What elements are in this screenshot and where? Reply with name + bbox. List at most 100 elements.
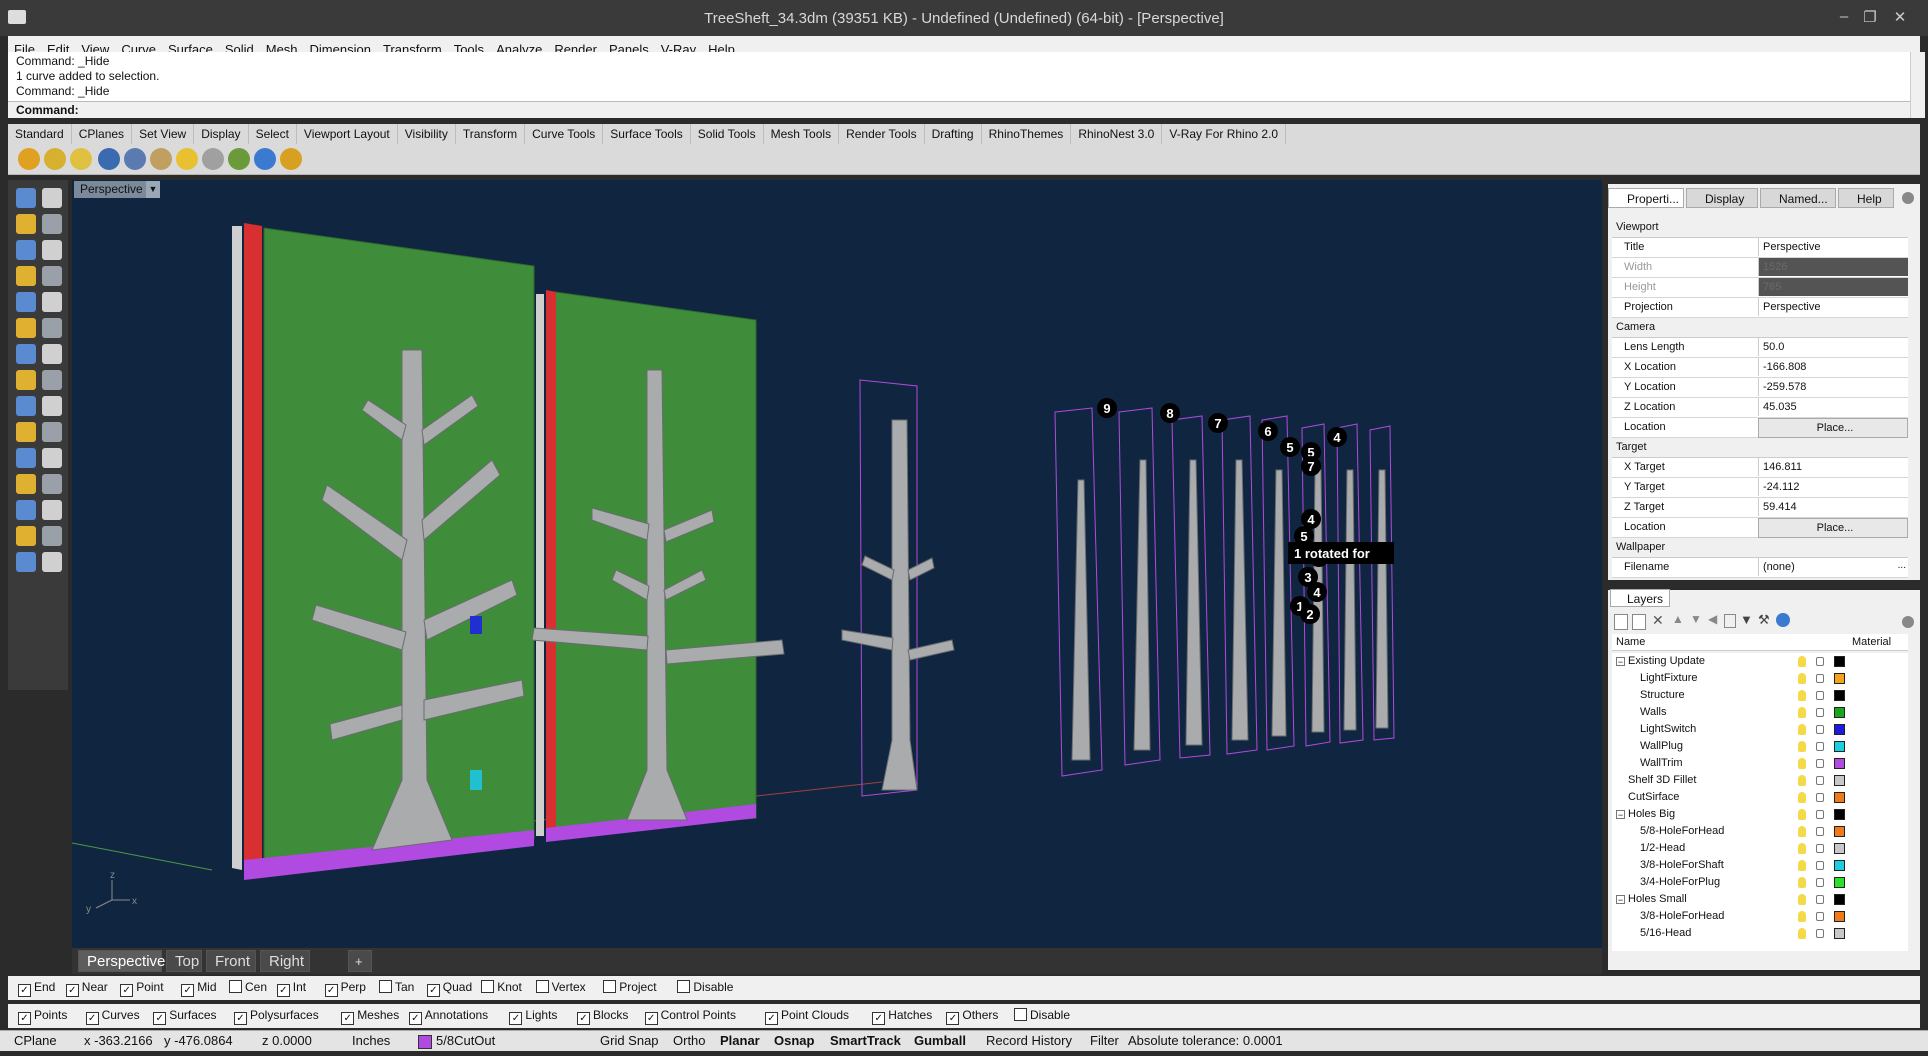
- visibility-bulb-icon[interactable]: [1798, 775, 1806, 786]
- visibility-bulb-icon[interactable]: [1798, 843, 1806, 854]
- checkbox[interactable]: ✓: [153, 1012, 167, 1025]
- lock-icon[interactable]: [1816, 827, 1824, 836]
- column-name[interactable]: Name: [1616, 636, 1645, 648]
- osnap-point[interactable]: ✓ Point: [120, 980, 164, 997]
- toolbar-tab-drafting[interactable]: Drafting: [925, 124, 982, 144]
- lock-icon[interactable]: [1816, 674, 1824, 683]
- analysis-icon[interactable]: [16, 526, 36, 546]
- filter-points[interactable]: ✓ Points: [18, 1008, 67, 1025]
- y-target-field[interactable]: -24.112: [1758, 478, 1908, 496]
- cplane-label[interactable]: CPlane: [14, 1033, 57, 1048]
- column-material[interactable]: Material: [1852, 636, 1891, 648]
- checkbox[interactable]: [535, 980, 549, 993]
- vray-frame-buffer-icon[interactable]: [70, 148, 92, 170]
- layer-color-swatch[interactable]: [1834, 894, 1845, 905]
- visibility-bulb-icon[interactable]: [1798, 911, 1806, 922]
- layer-name[interactable]: Existing Update: [1628, 653, 1705, 670]
- lock-icon[interactable]: [1816, 878, 1824, 887]
- vray-options-icon[interactable]: [44, 148, 66, 170]
- smarttrack-toggle[interactable]: SmartTrack: [830, 1033, 901, 1048]
- perspective-viewport[interactable]: 987654574543412 1 rotated for z x y: [72, 180, 1602, 948]
- tab-named-views[interactable]: Named...: [1760, 188, 1836, 208]
- toolbar-tab-mesh-tools[interactable]: Mesh Tools: [764, 124, 840, 144]
- boolean-icon[interactable]: [16, 396, 36, 416]
- osnap-knot[interactable]: Knot: [481, 980, 522, 994]
- layer-row[interactable]: 5/16-Head: [1612, 925, 1908, 942]
- help-icon[interactable]: [1776, 613, 1790, 627]
- layer-color-swatch[interactable]: [1834, 758, 1845, 769]
- extrude-icon[interactable]: [42, 318, 62, 338]
- layer-name[interactable]: 1/2-Head: [1640, 840, 1685, 857]
- expand-toggle[interactable]: −: [1616, 810, 1625, 820]
- expand-toggle[interactable]: −: [1616, 657, 1625, 667]
- lock-icon[interactable]: [1816, 759, 1824, 768]
- layer-row[interactable]: WallPlug: [1612, 738, 1908, 755]
- visibility-bulb-icon[interactable]: [1798, 724, 1806, 735]
- camera-place-button[interactable]: Place...: [1758, 418, 1908, 438]
- toolbar-tab-cplanes[interactable]: CPlanes: [72, 124, 133, 144]
- move-up-icon[interactable]: ▲: [1672, 612, 1684, 626]
- layer-name[interactable]: Holes Big: [1628, 806, 1675, 823]
- gumball-toggle[interactable]: Gumball: [914, 1033, 966, 1048]
- vray-dome-icon[interactable]: [202, 148, 224, 170]
- command-history-scrollbar[interactable]: [1910, 52, 1925, 118]
- filter-curves[interactable]: ✓ Curves: [85, 1008, 140, 1025]
- command-prompt[interactable]: Command:: [8, 101, 1910, 118]
- layer-row[interactable]: Shelf 3D Fillet: [1612, 772, 1908, 789]
- toolbar-tab-display[interactable]: Display: [194, 124, 249, 144]
- layer-name[interactable]: WallPlug: [1640, 738, 1683, 755]
- lock-icon[interactable]: [1816, 742, 1824, 751]
- filter-disable[interactable]: Disable: [1014, 1008, 1070, 1022]
- checkbox[interactable]: ✓: [276, 984, 290, 997]
- visibility-bulb-icon[interactable]: [1798, 894, 1806, 905]
- viewport-menu-chevron-icon[interactable]: ▼: [146, 181, 160, 198]
- visibility-bulb-icon[interactable]: [1798, 877, 1806, 888]
- checkbox[interactable]: [1014, 1008, 1027, 1021]
- lock-icon[interactable]: [1816, 810, 1824, 819]
- visibility-bulb-icon[interactable]: [1798, 809, 1806, 820]
- layer-name[interactable]: Structure: [1640, 687, 1685, 704]
- layer-name[interactable]: WallTrim: [1640, 755, 1683, 772]
- tab-front[interactable]: Front: [206, 950, 256, 972]
- toolbar-tab-v-ray-for-rhino-2-0[interactable]: V-Ray For Rhino 2.0: [1162, 124, 1287, 144]
- layer-color-swatch[interactable]: [1834, 707, 1845, 718]
- checkbox[interactable]: [229, 980, 242, 993]
- layer-row[interactable]: 5/8-HoleForHead: [1612, 823, 1908, 840]
- target-place-button[interactable]: Place...: [1758, 518, 1908, 538]
- array-icon[interactable]: [16, 500, 36, 520]
- new-sublayer-icon[interactable]: [1632, 614, 1646, 630]
- toolbar-tab-surface-tools[interactable]: Surface Tools: [603, 124, 691, 144]
- layer-color-swatch[interactable]: [1834, 656, 1845, 667]
- toolbar-tab-curve-tools[interactable]: Curve Tools: [525, 124, 604, 144]
- checkbox[interactable]: ✓: [341, 1012, 355, 1025]
- checkbox[interactable]: ✓: [18, 984, 31, 997]
- z-target-field[interactable]: 59.414: [1758, 498, 1908, 516]
- x-target-field[interactable]: 146.811: [1758, 458, 1908, 476]
- curve-icon[interactable]: [42, 240, 62, 260]
- osnap-mid[interactable]: ✓ Mid: [181, 980, 217, 997]
- tools-icon[interactable]: ⚒: [1758, 612, 1770, 628]
- layer-color-swatch[interactable]: [1834, 860, 1845, 871]
- polyline-icon[interactable]: [16, 214, 36, 234]
- target-icon[interactable]: [280, 148, 302, 170]
- text-icon[interactable]: [16, 474, 36, 494]
- osnap-near[interactable]: ✓ Near: [65, 980, 108, 997]
- lock-icon[interactable]: [1816, 929, 1824, 938]
- box-icon[interactable]: [42, 266, 62, 286]
- layer-row[interactable]: Structure: [1612, 687, 1908, 704]
- visibility-bulb-icon[interactable]: [1798, 758, 1806, 769]
- projection-select[interactable]: Perspective: [1758, 298, 1908, 316]
- point-icon[interactable]: [42, 188, 62, 208]
- filter-point-clouds[interactable]: ✓ Point Clouds: [765, 1008, 849, 1025]
- filter-polysurfaces[interactable]: ✓ Polysurfaces: [234, 1008, 319, 1025]
- join-icon[interactable]: [16, 422, 36, 442]
- osnap-int[interactable]: ✓ Int: [276, 980, 306, 997]
- osnap-tan[interactable]: Tan: [379, 980, 414, 994]
- layer-row[interactable]: 1/2-Head: [1612, 840, 1908, 857]
- layer-row[interactable]: 3/4-HoleForPlug: [1612, 874, 1908, 891]
- osnap-vertex[interactable]: Vertex: [535, 980, 586, 994]
- checkbox[interactable]: ✓: [577, 1012, 590, 1025]
- arc-icon[interactable]: [16, 266, 36, 286]
- checkbox[interactable]: ✓: [234, 1012, 247, 1025]
- toolbar-tab-viewport-layout[interactable]: Viewport Layout: [297, 124, 398, 144]
